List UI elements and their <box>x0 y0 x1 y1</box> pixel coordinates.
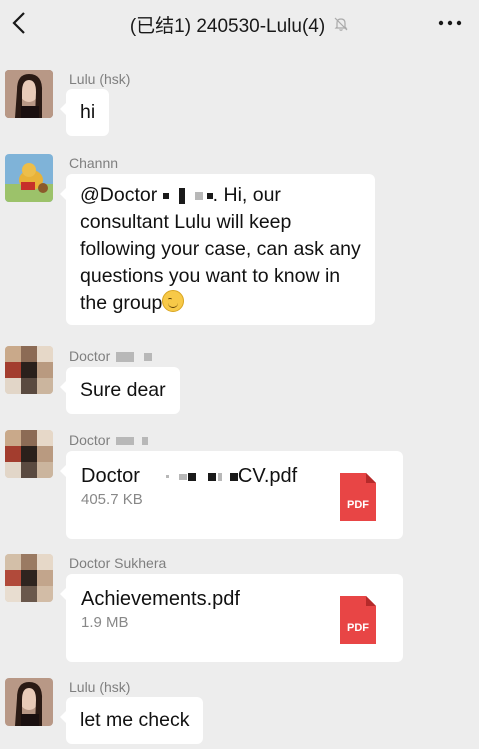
file-name: Doctor CV.pdf <box>81 465 298 487</box>
sender-name: Doctor <box>69 432 149 448</box>
redacted-name <box>194 191 203 200</box>
message-text-line: the group <box>80 290 361 317</box>
avatar[interactable] <box>5 70 53 118</box>
redacted-name <box>229 472 238 481</box>
avatar[interactable] <box>5 346 53 394</box>
redacted-name <box>165 475 169 479</box>
pdf-label: PDF <box>347 499 369 511</box>
redacted-name <box>144 353 153 362</box>
sender-name: Doctor Sukhera <box>69 555 167 571</box>
more-options-button[interactable] <box>435 10 465 36</box>
back-button[interactable] <box>6 8 32 38</box>
avatar[interactable] <box>5 154 53 202</box>
message-text: Sure dear <box>80 379 166 401</box>
file-size: 405.7 KB <box>81 491 143 508</box>
redacted-name <box>142 437 149 446</box>
file-size: 1.9 MB <box>81 614 129 631</box>
message-bubble[interactable]: let me check <box>59 697 204 744</box>
pdf-file-icon: PDF <box>340 473 376 521</box>
message-text: hi <box>80 101 96 123</box>
chat-header: (已结1) 240530-Lulu(4) <box>0 0 479 48</box>
sender-name: Lulu (hsk) <box>69 71 131 87</box>
redacted-name <box>178 473 187 480</box>
sender-name: Channn <box>69 155 119 171</box>
bell-muted-icon <box>334 17 348 31</box>
redacted-name <box>116 437 135 446</box>
smile-emoji-icon <box>162 290 185 312</box>
avatar[interactable] <box>5 678 53 726</box>
message-text: let me check <box>80 709 190 731</box>
title-area: (已结1) 240530-Lulu(4) <box>60 0 419 48</box>
sender-name: Doctor <box>69 348 153 364</box>
avatar[interactable] <box>5 430 53 478</box>
message-bubble[interactable]: hi <box>59 89 110 136</box>
redacted-name <box>178 187 185 204</box>
pdf-label: PDF <box>347 622 369 634</box>
message-text: @Doctor . Hi, our <box>80 184 281 206</box>
chevron-left-icon <box>12 12 25 34</box>
message-text-line: questions you want to know in <box>80 265 341 287</box>
message-bubble[interactable]: Sure dear <box>60 367 180 414</box>
message-text-line: consultant Lulu will keep <box>80 211 292 233</box>
chat-title: (已结1) 240530-Lulu(4) <box>129 15 326 37</box>
message-bubble[interactable]: @Doctor . Hi, our consultant Lulu will k… <box>60 174 375 325</box>
more-dots-icon <box>438 20 462 26</box>
redacted-name <box>187 472 196 481</box>
avatar[interactable] <box>5 554 53 602</box>
file-message[interactable]: Achievements.pdf 1.9 MB PDF <box>60 574 403 662</box>
pdf-file-icon: PDF <box>340 596 376 644</box>
redacted-name <box>116 352 135 363</box>
file-message[interactable]: Doctor CV.pdf 405.7 KB PDF <box>60 451 403 539</box>
sender-name: Lulu (hsk) <box>69 679 131 695</box>
file-name: Achievements.pdf <box>81 588 240 610</box>
redacted-name <box>207 472 216 481</box>
redacted-name <box>217 472 222 481</box>
redacted-name <box>162 192 169 199</box>
message-text-line: following your case, can ask any <box>80 238 361 260</box>
